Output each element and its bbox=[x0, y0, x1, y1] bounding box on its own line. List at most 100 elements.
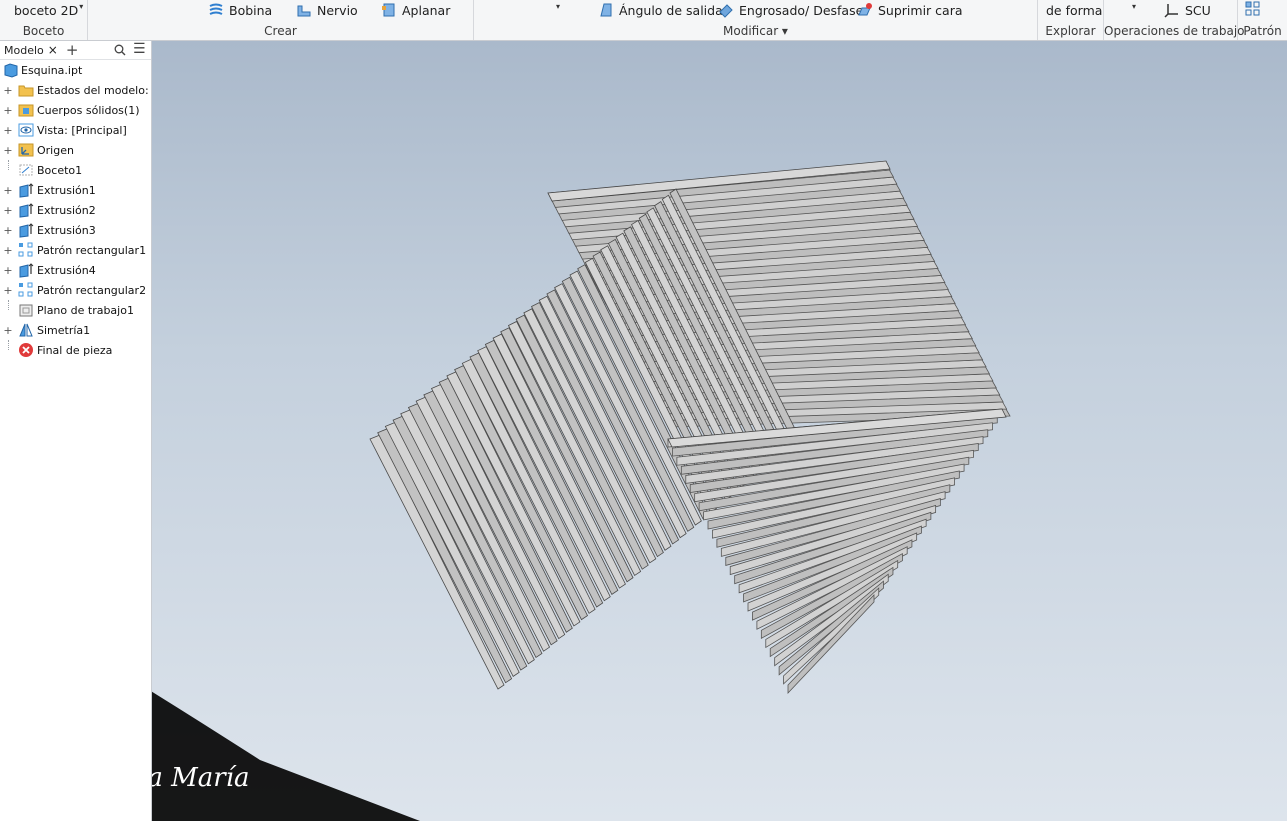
tree-item[interactable]: + Extrusión1 bbox=[0, 180, 151, 200]
expand-icon[interactable]: + bbox=[3, 264, 13, 277]
unwrap-icon bbox=[382, 3, 395, 17]
tree-item[interactable]: + Patrón rectangular1 bbox=[0, 240, 151, 260]
add-tab-icon[interactable]: + bbox=[66, 41, 79, 59]
watermark-text: Lina María bbox=[152, 763, 249, 793]
group-label-patron: Patrón bbox=[1243, 24, 1282, 38]
tree-item[interactable]: + Simetría1 bbox=[0, 320, 151, 340]
tree-item-label: Extrusión4 bbox=[37, 263, 96, 277]
coil-button[interactable]: Bobina bbox=[208, 1, 272, 19]
draft-angle-icon bbox=[600, 3, 612, 17]
tree-item-label: Extrusión1 bbox=[37, 183, 96, 197]
expand-icon[interactable]: + bbox=[3, 184, 13, 197]
expand-icon[interactable]: + bbox=[3, 224, 13, 237]
model-browser: Modelo × + ☰ Esquina.ipt + Estados del mo… bbox=[0, 41, 152, 821]
extrude-icon bbox=[19, 263, 34, 278]
tree-item-label: Boceto1 bbox=[37, 163, 83, 177]
origin-icon bbox=[18, 143, 34, 157]
tree-item[interactable]: Plano de trabajo1 bbox=[0, 300, 151, 320]
group-label-modificar[interactable]: Modificar ▾ bbox=[474, 24, 1037, 38]
shape-generator-label: de forma bbox=[1046, 2, 1103, 18]
chevron-down-icon[interactable]: ▾ bbox=[556, 2, 560, 11]
tree-connector bbox=[8, 340, 9, 350]
ucs-button[interactable]: SCU bbox=[1164, 1, 1211, 19]
tree-item[interactable]: + Vista: [Principal] bbox=[0, 120, 151, 140]
thicken-offset-label: Engrosado/ Desfase bbox=[739, 2, 864, 18]
expand-icon[interactable]: + bbox=[3, 124, 13, 137]
unwrap-button[interactable]: Aplanar bbox=[381, 1, 450, 19]
unwrap-label: Aplanar bbox=[402, 2, 451, 18]
expand-icon[interactable]: + bbox=[3, 144, 13, 157]
tree-item[interactable]: + Extrusión3 bbox=[0, 220, 151, 240]
tree-connector bbox=[8, 160, 9, 170]
delete-face-icon bbox=[858, 3, 872, 16]
group-label-boceto: Boceto bbox=[22, 24, 65, 38]
ribbon-group-modificar: ▾ Ángulo de salida Engrosado/ Desfase Su… bbox=[474, 0, 1038, 40]
tree-item-label: Patrón rectangular2 bbox=[37, 283, 147, 297]
graphics-viewport[interactable]: Lina María bbox=[152, 41, 1287, 821]
rectangular-pattern-icon[interactable] bbox=[1245, 1, 1261, 17]
expand-icon[interactable]: + bbox=[3, 104, 13, 117]
tree-item[interactable]: + Cuerpos sólidos(1) bbox=[0, 100, 151, 120]
tree-item-label: Plano de trabajo1 bbox=[37, 303, 134, 317]
tree-item-label: Extrusión2 bbox=[37, 203, 96, 217]
tree-item-label: Origen bbox=[37, 143, 74, 157]
draft-angle-label: Ángulo de salida bbox=[619, 2, 723, 18]
coil-icon bbox=[209, 3, 223, 15]
expand-icon[interactable]: + bbox=[3, 244, 13, 257]
shape-generator-button[interactable]: de forma bbox=[1046, 1, 1102, 19]
menu-icon[interactable]: ☰ bbox=[133, 41, 146, 57]
expand-icon[interactable]: + bbox=[3, 284, 13, 297]
rib-label: Nervio bbox=[317, 2, 358, 18]
bottom-fin-stack bbox=[667, 408, 1007, 695]
tree-item[interactable]: + Origen bbox=[0, 140, 151, 160]
extrude-icon bbox=[19, 183, 34, 198]
tree-item[interactable]: Final de pieza bbox=[0, 340, 151, 360]
close-icon[interactable]: × bbox=[48, 43, 58, 57]
start-2d-sketch-button[interactable]: boceto 2D ▾ bbox=[14, 1, 83, 19]
tree-item-label: Cuerpos sólidos(1) bbox=[37, 103, 140, 117]
rib-button[interactable]: Nervio bbox=[296, 1, 358, 19]
ucs-icon bbox=[1164, 4, 1178, 18]
expand-icon[interactable]: + bbox=[3, 324, 13, 337]
pattern-icon bbox=[18, 242, 33, 257]
group-label-explorar: Explorar bbox=[1045, 24, 1096, 38]
tree-item[interactable]: + Extrusión2 bbox=[0, 200, 151, 220]
expand-icon[interactable]: + bbox=[3, 84, 13, 97]
group-label-operaciones: Operaciones de trabajo bbox=[1104, 24, 1245, 38]
delete-face-button[interactable]: Suprimir cara bbox=[857, 1, 963, 19]
view-icon bbox=[18, 123, 34, 137]
thicken-icon bbox=[719, 4, 733, 18]
tree-item-label: Final de pieza bbox=[37, 343, 113, 357]
coil-label: Bobina bbox=[229, 2, 273, 18]
tree-item[interactable]: + Extrusión4 bbox=[0, 260, 151, 280]
tree-item-label: Estados del modelo: [Pri bbox=[37, 83, 151, 97]
tree-item-label: Simetría1 bbox=[37, 323, 91, 337]
search-icon[interactable] bbox=[114, 44, 126, 56]
tree-item-label: Extrusión3 bbox=[37, 223, 96, 237]
work-plane-icon bbox=[19, 304, 33, 317]
ribbon-group-explorar: de forma Explorar bbox=[1038, 0, 1104, 40]
ucs-label: SCU bbox=[1185, 2, 1211, 18]
part-file-icon bbox=[4, 63, 18, 78]
expand-icon[interactable]: + bbox=[3, 204, 13, 217]
mirror-icon bbox=[19, 323, 33, 337]
delete-face-label: Suprimir cara bbox=[878, 2, 963, 18]
tree-item[interactable]: + Estados del modelo: [Pri bbox=[0, 80, 151, 100]
tab-model[interactable]: Modelo × bbox=[0, 43, 62, 57]
tree-connector bbox=[8, 300, 9, 310]
ribbon-group-crear: Bobina Nervio Aplanar Crear bbox=[88, 0, 474, 40]
folder-icon bbox=[18, 85, 34, 97]
tree-item[interactable]: Boceto1 bbox=[0, 160, 151, 180]
browser-header: Modelo × + ☰ bbox=[0, 41, 151, 60]
tree-item[interactable]: + Patrón rectangular2 bbox=[0, 280, 151, 300]
end-of-part-icon bbox=[19, 343, 33, 357]
thicken-offset-button[interactable]: Engrosado/ Desfase bbox=[718, 1, 863, 19]
chevron-down-icon[interactable]: ▾ bbox=[1132, 2, 1136, 11]
draft-angle-button[interactable]: Ángulo de salida bbox=[598, 1, 723, 19]
ribbon-group-boceto: boceto 2D ▾ Boceto bbox=[0, 0, 88, 40]
tab-model-label: Modelo bbox=[4, 43, 44, 57]
root-label: Esquina.ipt bbox=[21, 63, 83, 77]
watermark: Lina María bbox=[152, 691, 420, 821]
extrude-icon bbox=[19, 203, 34, 218]
ribbon-group-patron: Patrón bbox=[1238, 0, 1287, 40]
